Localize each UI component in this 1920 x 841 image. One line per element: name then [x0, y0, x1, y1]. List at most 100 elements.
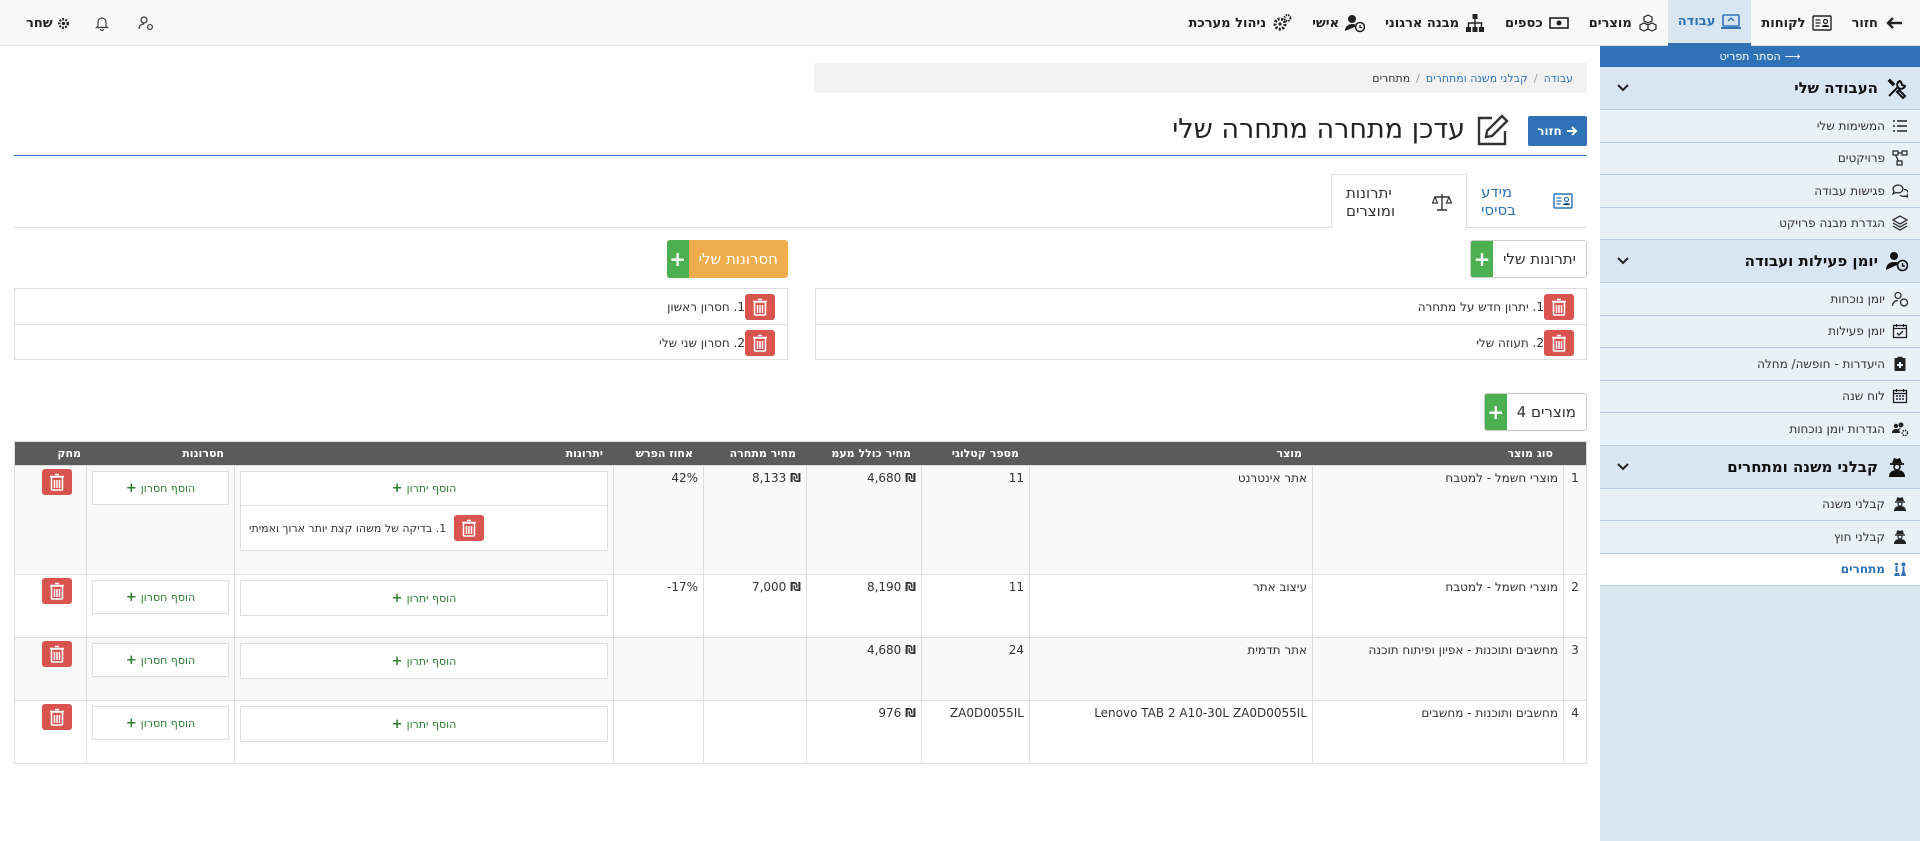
nav-item-label: אישי: [1312, 15, 1340, 31]
user-profile-button[interactable]: שחר: [20, 16, 76, 31]
sidebar-item-external-contractors[interactable]: קבלני חוץ: [1600, 521, 1920, 554]
main-menu: חזור לקוחות עבודה מוצרים כספים מבנה ארגו…: [1178, 0, 1920, 46]
user-clock-icon: [1345, 13, 1366, 33]
comments-icon: [1885, 183, 1908, 199]
delete-product-button[interactable]: [41, 578, 72, 604]
table-row: 1 מוצרי חשמל - למטבח אתר אינטרנט 11 ₪ 4,680 ₪…: [15, 465, 1586, 574]
add-product-con-button[interactable]: + הוסף חסרון: [92, 471, 229, 505]
delete-pro-button[interactable]: [1544, 330, 1574, 356]
row-number: 3: [1563, 638, 1586, 700]
id-card-icon: [1811, 13, 1832, 33]
add-product-pro-button[interactable]: + הוסף יתרון: [241, 472, 607, 506]
add-pro-button[interactable]: + יתרונות שלי: [1470, 240, 1587, 278]
tab-basic-info[interactable]: מידע בסיסי: [1467, 174, 1587, 228]
competitor-price-cell: ₪ 7,000: [703, 575, 806, 637]
delete-product-pro-button[interactable]: [454, 515, 485, 541]
pro-item-text: 2. תעוזה שלי: [1476, 336, 1544, 350]
delete-cell: [27, 575, 86, 637]
back-button-label: חזור: [1537, 124, 1562, 138]
page-header: חזור עדכן מתחרה מתחרה שלי: [14, 106, 1587, 156]
cons-cell: + הוסף חסרון: [86, 638, 234, 700]
nav-item-label: מבנה ארגוני: [1385, 15, 1460, 31]
table-row: 3 מחשבים ותוכנות - אפיון ופיתוח תוכנה אתר …: [15, 637, 1586, 700]
competitor-price-cell: ₪ 8,133: [703, 466, 806, 574]
nav-item-label: מוצרים: [1588, 15, 1632, 31]
delete-con-button[interactable]: [745, 293, 775, 320]
add-product-pro-button[interactable]: + הוסף יתרון: [241, 581, 607, 615]
competitor-price-cell: [703, 638, 806, 700]
nav-item-products[interactable]: מוצרים: [1579, 0, 1668, 46]
sidebar-section-my-work[interactable]: העבודה שלי: [1600, 67, 1920, 110]
sidebar-item-my-tasks[interactable]: המשימות שלי: [1600, 110, 1920, 143]
col-catalog: מספר קטלוגי: [951, 447, 1019, 460]
hide-menu-button[interactable]: הסתר תפריט ⟶: [1600, 46, 1920, 67]
delete-product-button[interactable]: [41, 704, 72, 730]
nav-item-customers[interactable]: לקוחות: [1751, 0, 1841, 46]
sidebar-section-activity-log[interactable]: יומן פעילות ועבודה: [1600, 240, 1920, 283]
table-header: סוג מוצר מוצר מספר קטלוגי מחיר כולל מעמ …: [15, 442, 1586, 465]
sidebar-item-absence[interactable]: היעדרות - חופשה/ מחלה: [1600, 348, 1920, 381]
add-product-con-button[interactable]: + הוסף חסרון: [92, 706, 229, 740]
add-product-con-button[interactable]: + הוסף חסרון: [92, 643, 229, 677]
sidebar-item-calendar[interactable]: לוח שנה: [1600, 380, 1920, 413]
sidebar-section-contractors[interactable]: קבלני משנה ומתחרים: [1600, 445, 1920, 489]
delete-con-button[interactable]: [745, 330, 775, 356]
tab-label: מידע בסיסי: [1481, 183, 1516, 219]
add-product-con-button[interactable]: + הוסף חסרון: [92, 580, 229, 614]
add-product-button[interactable]: + מוצרים 4: [1483, 393, 1587, 431]
shekel-symbol: ₪: [905, 643, 916, 657]
notifications-button[interactable]: [84, 0, 120, 46]
nav-item-system-admin[interactable]: ניהול מערכת: [1178, 0, 1302, 46]
add-product-pro-button[interactable]: + הוסף יתרון: [241, 644, 607, 678]
catalog-cell: 11: [921, 575, 1029, 637]
sidebar-item-attendance-settings[interactable]: הגדרות יומן נוכחות: [1600, 413, 1920, 446]
col-product: מוצר: [1276, 447, 1302, 460]
cons-cell: + הוסף חסרון: [86, 575, 234, 637]
product-cell: Lenovo TAB 2 A10-30L ZA0D0055IL: [1029, 701, 1312, 763]
sidebar-item-work-meetings[interactable]: פגישות עבודה: [1600, 175, 1920, 208]
plus-icon: +: [1484, 394, 1507, 430]
nav-item-personal[interactable]: אישי: [1302, 0, 1375, 46]
sidebar-item-label: קבלני משנה: [1822, 497, 1885, 512]
pro-item: 1. יתרון חדש על מתחרה: [816, 289, 1586, 325]
sidebar-item-attendance-log[interactable]: יומן נוכחות: [1600, 283, 1920, 316]
product-cell: עיצוב אתר: [1029, 575, 1312, 637]
nav-back[interactable]: חזור: [1842, 0, 1920, 46]
product-pros-box: + הוסף יתרון: [240, 643, 608, 679]
nav-item-label: עבודה: [1677, 14, 1716, 29]
chevron-down-icon: [1616, 81, 1630, 95]
sidebar-item-label: המשימות שלי: [1816, 118, 1885, 133]
back-button[interactable]: חזור: [1528, 116, 1587, 146]
breadcrumb-work[interactable]: עבודה: [1544, 72, 1573, 85]
sidebar-item-projects[interactable]: פרויקטים: [1600, 142, 1920, 175]
add-con-label: הוסף חסרון: [140, 716, 196, 730]
add-product-pro-button[interactable]: + הוסף יתרון: [241, 707, 607, 741]
price-cell: ₪ 8,190: [806, 575, 921, 637]
shekel-symbol: ₪: [905, 580, 916, 594]
nav-item-work[interactable]: עבודה: [1667, 0, 1752, 46]
row-number: 2: [1563, 575, 1586, 637]
breadcrumb-contractors[interactable]: קבלני משנה ומתחרים: [1426, 72, 1528, 85]
sidebar-item-project-structure[interactable]: הגדרת מבנה פרויקט: [1600, 207, 1920, 240]
sidebar-item-activity-log[interactable]: יומן פעילות: [1600, 315, 1920, 348]
user-settings-button[interactable]: [128, 0, 164, 46]
add-con-button[interactable]: + חסרונות שלי: [666, 240, 788, 278]
project-diagram-icon: [1885, 150, 1908, 166]
user-secret-icon: [1886, 456, 1908, 478]
delete-product-button[interactable]: [41, 641, 72, 667]
sidebar-section-title: העבודה שלי: [1794, 79, 1878, 97]
user-name: שחר: [26, 15, 53, 31]
nav-item-org-structure[interactable]: מבנה ארגוני: [1375, 0, 1495, 46]
sitemap-icon: [1465, 13, 1485, 33]
delete-pro-button[interactable]: [1544, 293, 1574, 320]
add-con-label: חסרונות שלי: [698, 250, 778, 268]
balance-scale-icon: [1432, 192, 1452, 212]
tab-pros-products[interactable]: יתרונות ומוצרים: [1331, 174, 1467, 229]
user-clock-icon: [1886, 250, 1908, 272]
price-cell: ₪ 4,680: [806, 638, 921, 700]
nav-item-finance[interactable]: כספים: [1495, 0, 1579, 46]
nav-item-label: ניהול מערכת: [1188, 15, 1267, 31]
delete-product-button[interactable]: [41, 469, 72, 495]
sidebar-item-subcontractors[interactable]: קבלני משנה: [1600, 488, 1920, 521]
sidebar-item-competitors[interactable]: מתחרים: [1600, 553, 1920, 586]
